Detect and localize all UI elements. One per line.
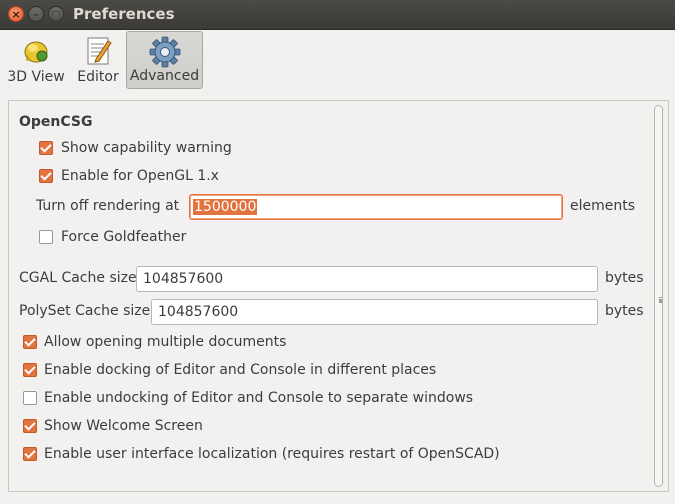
force-goldfeather-checkbox[interactable] (39, 230, 53, 244)
polyset-cache-label: PolySet Cache size (19, 303, 151, 319)
enable-localization-label: Enable user interface localization (requ… (44, 446, 500, 462)
close-icon: × (11, 8, 21, 21)
maximize-icon: □ (50, 8, 62, 21)
enable-undocking-label: Enable undocking of Editor and Console t… (44, 390, 474, 406)
window-title: Preferences (73, 5, 175, 23)
force-goldfeather-label: Force Goldfeather (61, 229, 187, 245)
scrollbar-grip-icon (659, 297, 662, 300)
show-capability-warning-label: Show capability warning (61, 140, 232, 156)
tab-editor[interactable]: Editor (72, 31, 124, 89)
preferences-toolbar: 3D View Editor Advanced (0, 29, 675, 93)
polyset-cache-input[interactable]: 104857600 (151, 299, 598, 325)
editor-icon (87, 37, 112, 65)
cgal-cache-input[interactable]: 104857600 (136, 266, 598, 292)
close-window-button[interactable]: × (8, 6, 24, 22)
turn-off-rendering-label: Turn off rendering at (36, 198, 180, 214)
enable-localization-checkbox[interactable] (23, 447, 37, 461)
tab-advanced[interactable]: Advanced (126, 31, 203, 89)
scrollbar-thumb[interactable] (654, 105, 663, 487)
enable-docking-checkbox[interactable] (23, 363, 37, 377)
turn-off-rendering-unit: elements (570, 198, 636, 214)
show-welcome-screen-checkbox[interactable] (23, 419, 37, 433)
3d-view-icon (24, 41, 48, 63)
allow-multiple-documents-checkbox[interactable] (23, 335, 37, 349)
enable-opengl1x-label: Enable for OpenGL 1.x (61, 168, 219, 184)
enable-undocking-checkbox[interactable] (23, 391, 37, 405)
vertical-scrollbar[interactable] (652, 101, 666, 491)
enable-opengl1x-checkbox[interactable] (39, 169, 53, 183)
turn-off-rendering-value: 1500000 (193, 199, 258, 215)
tab-3d-view[interactable]: 3D View (4, 31, 68, 89)
polyset-cache-unit: bytes (605, 303, 644, 319)
show-welcome-screen-label: Show Welcome Screen (44, 418, 203, 434)
show-capability-warning-checkbox[interactable] (39, 141, 53, 155)
turn-off-rendering-input[interactable]: 1500000 (189, 194, 563, 220)
maximize-window-button[interactable]: □ (48, 6, 64, 22)
window-titlebar: × – □ Preferences (0, 0, 675, 30)
opencsg-section-title: OpenCSG (19, 114, 93, 130)
tab-3d-view-label: 3D View (7, 69, 65, 85)
tab-editor-label: Editor (77, 69, 119, 85)
enable-docking-label: Enable docking of Editor and Console in … (44, 362, 437, 378)
gear-icon (149, 36, 180, 68)
minimize-window-button[interactable]: – (28, 6, 44, 22)
minimize-icon: – (33, 8, 39, 21)
tab-advanced-label: Advanced (129, 68, 200, 84)
cgal-cache-unit: bytes (605, 270, 644, 286)
allow-multiple-documents-label: Allow opening multiple documents (44, 334, 287, 350)
cgal-cache-label: CGAL Cache size (19, 270, 137, 286)
